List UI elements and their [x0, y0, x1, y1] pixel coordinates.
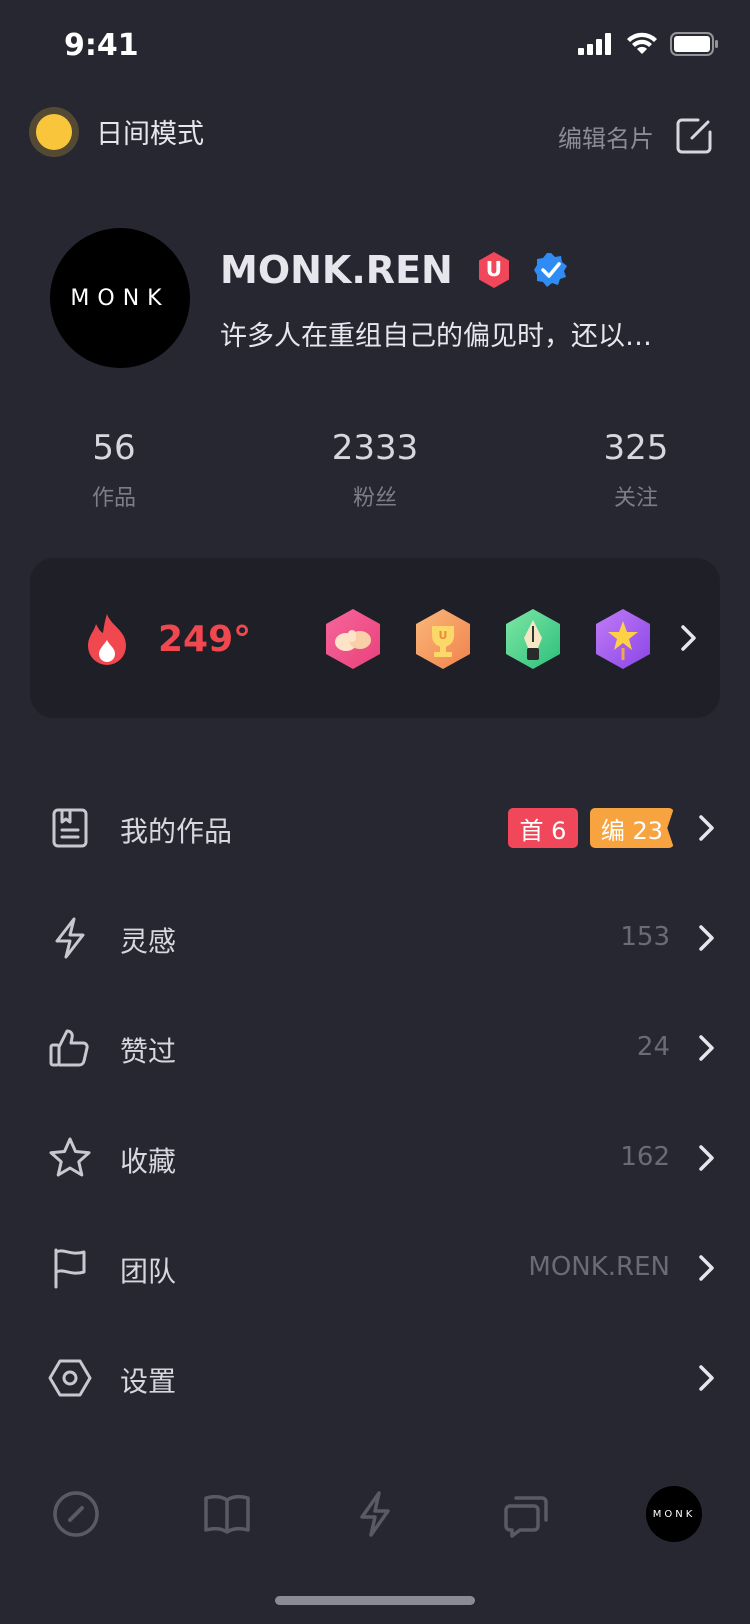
home-indicator[interactable]	[275, 1596, 475, 1605]
edit-card-button[interactable]: 编辑名片	[558, 116, 714, 156]
stat-following-value: 325	[603, 428, 669, 468]
wifi-icon	[627, 32, 657, 54]
chevron-right-icon	[699, 815, 714, 841]
avatar-logo: MONK	[70, 285, 170, 311]
document-icon	[52, 808, 88, 848]
chat-bubbles-icon	[504, 1496, 548, 1538]
menu-liked-count: 24	[636, 1032, 670, 1062]
settings-hexagon-icon	[48, 1359, 92, 1397]
stat-following[interactable]: 325 关注	[536, 428, 736, 512]
stat-followers-value: 2333	[331, 428, 419, 468]
day-mode-label: 日间模式	[96, 119, 204, 150]
menu-favorites-count: 162	[620, 1142, 670, 1172]
menu-favorites[interactable]: 收藏 162	[0, 1128, 750, 1188]
flag-icon	[54, 1248, 86, 1289]
menu-settings[interactable]: 设置	[0, 1348, 750, 1408]
cellular-signal-icon	[578, 33, 611, 55]
tab-discover[interactable]	[46, 1484, 106, 1544]
profile-bio: 许多人在重组自己的偏见时，还以…	[220, 321, 652, 352]
day-mode-toggle[interactable]: 日间模式	[36, 112, 204, 151]
stat-works-label: 作品	[91, 486, 136, 511]
avatar[interactable]: MONK	[50, 228, 190, 368]
u-badge-letter: U	[485, 257, 502, 281]
menu-my-works-label: 我的作品	[120, 815, 233, 848]
chevron-right-icon	[699, 1145, 714, 1171]
menu-favorites-label: 收藏	[120, 1145, 177, 1178]
tab-messages[interactable]	[496, 1484, 556, 1544]
status-time: 9:41	[64, 28, 139, 63]
battery-icon	[670, 32, 718, 56]
tab-inspiration[interactable]	[345, 1484, 405, 1544]
profile-name-row: MONK.REN U	[220, 248, 569, 292]
menu-team-label: 团队	[120, 1255, 177, 1288]
menu-team-value: MONK.REN	[528, 1252, 670, 1282]
edit-card-label: 编辑名片	[558, 124, 654, 153]
heat-score: 249°	[84, 612, 251, 666]
menu-team[interactable]: 团队 MONK.REN	[0, 1238, 750, 1298]
u-badge-icon[interactable]: U	[477, 251, 511, 289]
menu-liked[interactable]: 赞过 24	[0, 1018, 750, 1078]
status-icons	[578, 32, 720, 56]
editor-pick-count-badge: 编 23	[590, 808, 674, 848]
chevron-right-icon	[699, 925, 714, 951]
book-icon	[204, 1494, 250, 1534]
tab-profile-avatar[interactable]: MONK	[646, 1486, 702, 1542]
menu-inspiration-label: 灵感	[120, 925, 177, 958]
menu-liked-label: 赞过	[120, 1035, 177, 1068]
stat-following-label: 关注	[613, 486, 658, 511]
compass-icon	[53, 1491, 99, 1537]
lightning-icon	[55, 917, 85, 959]
trophy-badge-icon[interactable]: U	[414, 608, 472, 670]
profile-name: MONK.REN	[220, 248, 453, 292]
svg-text:U: U	[439, 629, 448, 642]
menu-my-works[interactable]: 我的作品 首 6 编 23	[0, 798, 750, 858]
sun-icon	[36, 113, 72, 150]
stat-followers[interactable]: 2333 粉丝	[275, 428, 475, 512]
tab-read[interactable]	[197, 1484, 257, 1544]
menu-settings-label: 设置	[120, 1365, 177, 1398]
homepage-count-badge: 首 6	[508, 808, 578, 848]
tab-avatar-logo: MONK	[652, 1508, 696, 1520]
chevron-right-icon	[699, 1365, 714, 1391]
chevron-right-icon	[699, 1255, 714, 1281]
menu-inspiration[interactable]: 灵感 153	[0, 908, 750, 968]
heat-value: 249°	[158, 618, 252, 660]
verified-icon[interactable]	[533, 252, 569, 288]
thumbs-up-icon	[49, 1029, 89, 1067]
menu-inspiration-count: 153	[620, 922, 670, 952]
star-icon	[49, 1137, 91, 1177]
achievements-chevron-icon[interactable]	[680, 624, 698, 652]
edit-icon	[676, 118, 712, 154]
flame-icon	[88, 614, 126, 665]
pen-badge-icon[interactable]	[504, 608, 562, 670]
stat-works[interactable]: 56 作品	[14, 428, 214, 512]
lightning-icon	[360, 1491, 390, 1537]
handshake-badge-icon[interactable]	[324, 608, 382, 670]
stat-works-value: 56	[92, 428, 136, 468]
stat-followers-label: 粉丝	[352, 486, 397, 511]
chevron-right-icon	[699, 1035, 714, 1061]
star-badge-icon[interactable]	[594, 608, 652, 670]
